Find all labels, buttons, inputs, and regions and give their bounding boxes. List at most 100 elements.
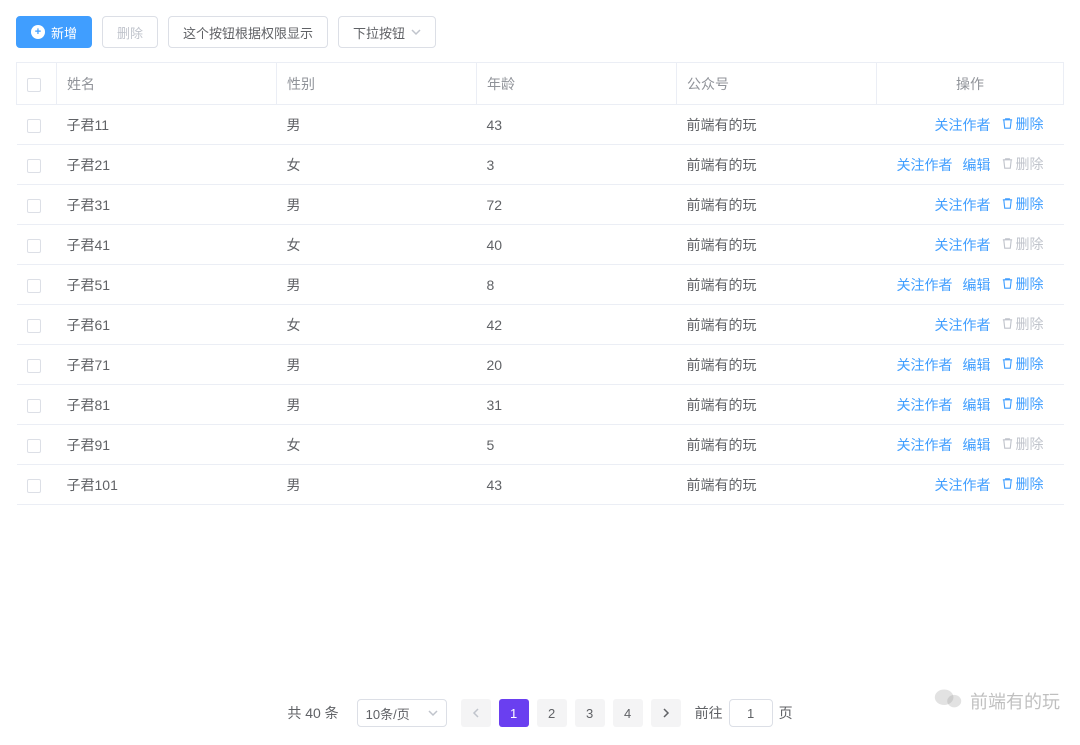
jump-prefix: 前往 bbox=[695, 703, 723, 723]
row-checkbox[interactable] bbox=[27, 199, 41, 213]
dropdown-button[interactable]: 下拉按钮 bbox=[338, 16, 436, 48]
follow-author-link[interactable]: 关注作者 bbox=[935, 315, 991, 335]
row-checkbox[interactable] bbox=[27, 399, 41, 413]
follow-author-link[interactable]: 关注作者 bbox=[897, 275, 953, 295]
plus-circle-icon: + bbox=[31, 25, 45, 39]
follow-author-link[interactable]: 关注作者 bbox=[897, 355, 953, 375]
table-row: 子君31男72前端有的玩关注作者删除 bbox=[17, 185, 1064, 225]
delete-button-label: 删除 bbox=[117, 23, 143, 42]
follow-author-link[interactable]: 关注作者 bbox=[897, 395, 953, 415]
select-all-checkbox[interactable] bbox=[27, 78, 41, 92]
follow-author-link[interactable]: 关注作者 bbox=[935, 235, 991, 255]
row-checkbox[interactable] bbox=[27, 239, 41, 253]
cell-ops: 关注作者删除 bbox=[877, 105, 1064, 145]
cell-name: 子君11 bbox=[57, 105, 277, 145]
edit-link[interactable]: 编辑 bbox=[963, 395, 991, 415]
edit-link[interactable]: 编辑 bbox=[963, 355, 991, 375]
row-checkbox[interactable] bbox=[27, 479, 41, 493]
trash-icon bbox=[1001, 477, 1014, 490]
cell-gender: 男 bbox=[277, 465, 477, 505]
row-checkbox[interactable] bbox=[27, 359, 41, 373]
follow-author-link[interactable]: 关注作者 bbox=[897, 155, 953, 175]
header-name: 姓名 bbox=[57, 63, 277, 105]
row-checkbox[interactable] bbox=[27, 439, 41, 453]
cell-name: 子君41 bbox=[57, 225, 277, 265]
trash-icon bbox=[1001, 117, 1014, 130]
chevron-down-icon bbox=[411, 25, 421, 40]
add-button-label: 新增 bbox=[51, 23, 77, 42]
table-row: 子君101男43前端有的玩关注作者删除 bbox=[17, 465, 1064, 505]
dropdown-button-label: 下拉按钮 bbox=[353, 23, 405, 42]
cell-name: 子君21 bbox=[57, 145, 277, 185]
pager-next[interactable] bbox=[651, 699, 681, 727]
cell-account: 前端有的玩 bbox=[677, 105, 877, 145]
page-size-select[interactable]: 10条/页 bbox=[357, 699, 447, 727]
delete-link[interactable]: 删除 bbox=[1001, 274, 1044, 294]
edit-link[interactable]: 编辑 bbox=[963, 155, 991, 175]
cell-account: 前端有的玩 bbox=[677, 185, 877, 225]
cell-age: 43 bbox=[477, 105, 677, 145]
pager-page[interactable]: 2 bbox=[537, 699, 567, 727]
cell-age: 42 bbox=[477, 305, 677, 345]
row-checkbox[interactable] bbox=[27, 319, 41, 333]
trash-icon bbox=[1001, 397, 1014, 410]
delete-link[interactable]: 删除 bbox=[1001, 394, 1044, 414]
header-account: 公众号 bbox=[677, 63, 877, 105]
follow-author-link[interactable]: 关注作者 bbox=[935, 195, 991, 215]
cell-gender: 男 bbox=[277, 385, 477, 425]
add-button[interactable]: + 新增 bbox=[16, 16, 92, 48]
cell-gender: 男 bbox=[277, 265, 477, 305]
edit-link[interactable]: 编辑 bbox=[963, 275, 991, 295]
cell-ops: 关注作者编辑删除 bbox=[877, 425, 1064, 465]
page-size-label: 10条/页 bbox=[366, 704, 410, 723]
cell-name: 子君91 bbox=[57, 425, 277, 465]
cell-account: 前端有的玩 bbox=[677, 385, 877, 425]
chevron-left-icon bbox=[471, 706, 481, 721]
table-header: 姓名 性别 年龄 公众号 操作 bbox=[17, 63, 1064, 105]
cell-name: 子君51 bbox=[57, 265, 277, 305]
delete-link[interactable]: 删除 bbox=[1001, 114, 1044, 134]
cell-age: 31 bbox=[477, 385, 677, 425]
delete-link: 删除 bbox=[1001, 434, 1044, 454]
chevron-down-icon bbox=[428, 706, 438, 721]
cell-ops: 关注作者编辑删除 bbox=[877, 345, 1064, 385]
follow-author-link[interactable]: 关注作者 bbox=[897, 435, 953, 455]
cell-account: 前端有的玩 bbox=[677, 225, 877, 265]
cell-name: 子君71 bbox=[57, 345, 277, 385]
trash-icon bbox=[1001, 197, 1014, 210]
jump-input[interactable] bbox=[729, 699, 773, 727]
cell-gender: 女 bbox=[277, 145, 477, 185]
trash-icon bbox=[1001, 277, 1014, 290]
row-checkbox[interactable] bbox=[27, 119, 41, 133]
cell-name: 子君101 bbox=[57, 465, 277, 505]
row-checkbox[interactable] bbox=[27, 159, 41, 173]
delete-button[interactable]: 删除 bbox=[102, 16, 158, 48]
cell-account: 前端有的玩 bbox=[677, 345, 877, 385]
edit-link[interactable]: 编辑 bbox=[963, 435, 991, 455]
delete-link[interactable]: 删除 bbox=[1001, 354, 1044, 374]
cell-gender: 男 bbox=[277, 345, 477, 385]
table-row: 子君71男20前端有的玩关注作者编辑删除 bbox=[17, 345, 1064, 385]
follow-author-link[interactable]: 关注作者 bbox=[935, 475, 991, 495]
cell-age: 20 bbox=[477, 345, 677, 385]
pager-page[interactable]: 1 bbox=[499, 699, 529, 727]
delete-link[interactable]: 删除 bbox=[1001, 474, 1044, 494]
row-checkbox[interactable] bbox=[27, 279, 41, 293]
table-row: 子君91女5前端有的玩关注作者编辑删除 bbox=[17, 425, 1064, 465]
permission-button-label: 这个按钮根据权限显示 bbox=[183, 23, 313, 42]
follow-author-link[interactable]: 关注作者 bbox=[935, 115, 991, 135]
pager-prev[interactable] bbox=[461, 699, 491, 727]
data-table: 姓名 性别 年龄 公众号 操作 子君11男43前端有的玩关注作者删除子君21女3… bbox=[16, 62, 1064, 505]
pagination-jump: 前往 页 bbox=[695, 699, 793, 727]
pager-page[interactable]: 4 bbox=[613, 699, 643, 727]
jump-suffix: 页 bbox=[779, 703, 793, 723]
pagination-total: 共 40 条 bbox=[287, 703, 338, 723]
delete-link[interactable]: 删除 bbox=[1001, 194, 1044, 214]
cell-account: 前端有的玩 bbox=[677, 465, 877, 505]
trash-icon bbox=[1001, 437, 1014, 450]
table-body: 子君11男43前端有的玩关注作者删除子君21女3前端有的玩关注作者编辑删除子君3… bbox=[17, 105, 1064, 505]
permission-button[interactable]: 这个按钮根据权限显示 bbox=[168, 16, 328, 48]
cell-age: 3 bbox=[477, 145, 677, 185]
cell-age: 72 bbox=[477, 185, 677, 225]
pager-page[interactable]: 3 bbox=[575, 699, 605, 727]
